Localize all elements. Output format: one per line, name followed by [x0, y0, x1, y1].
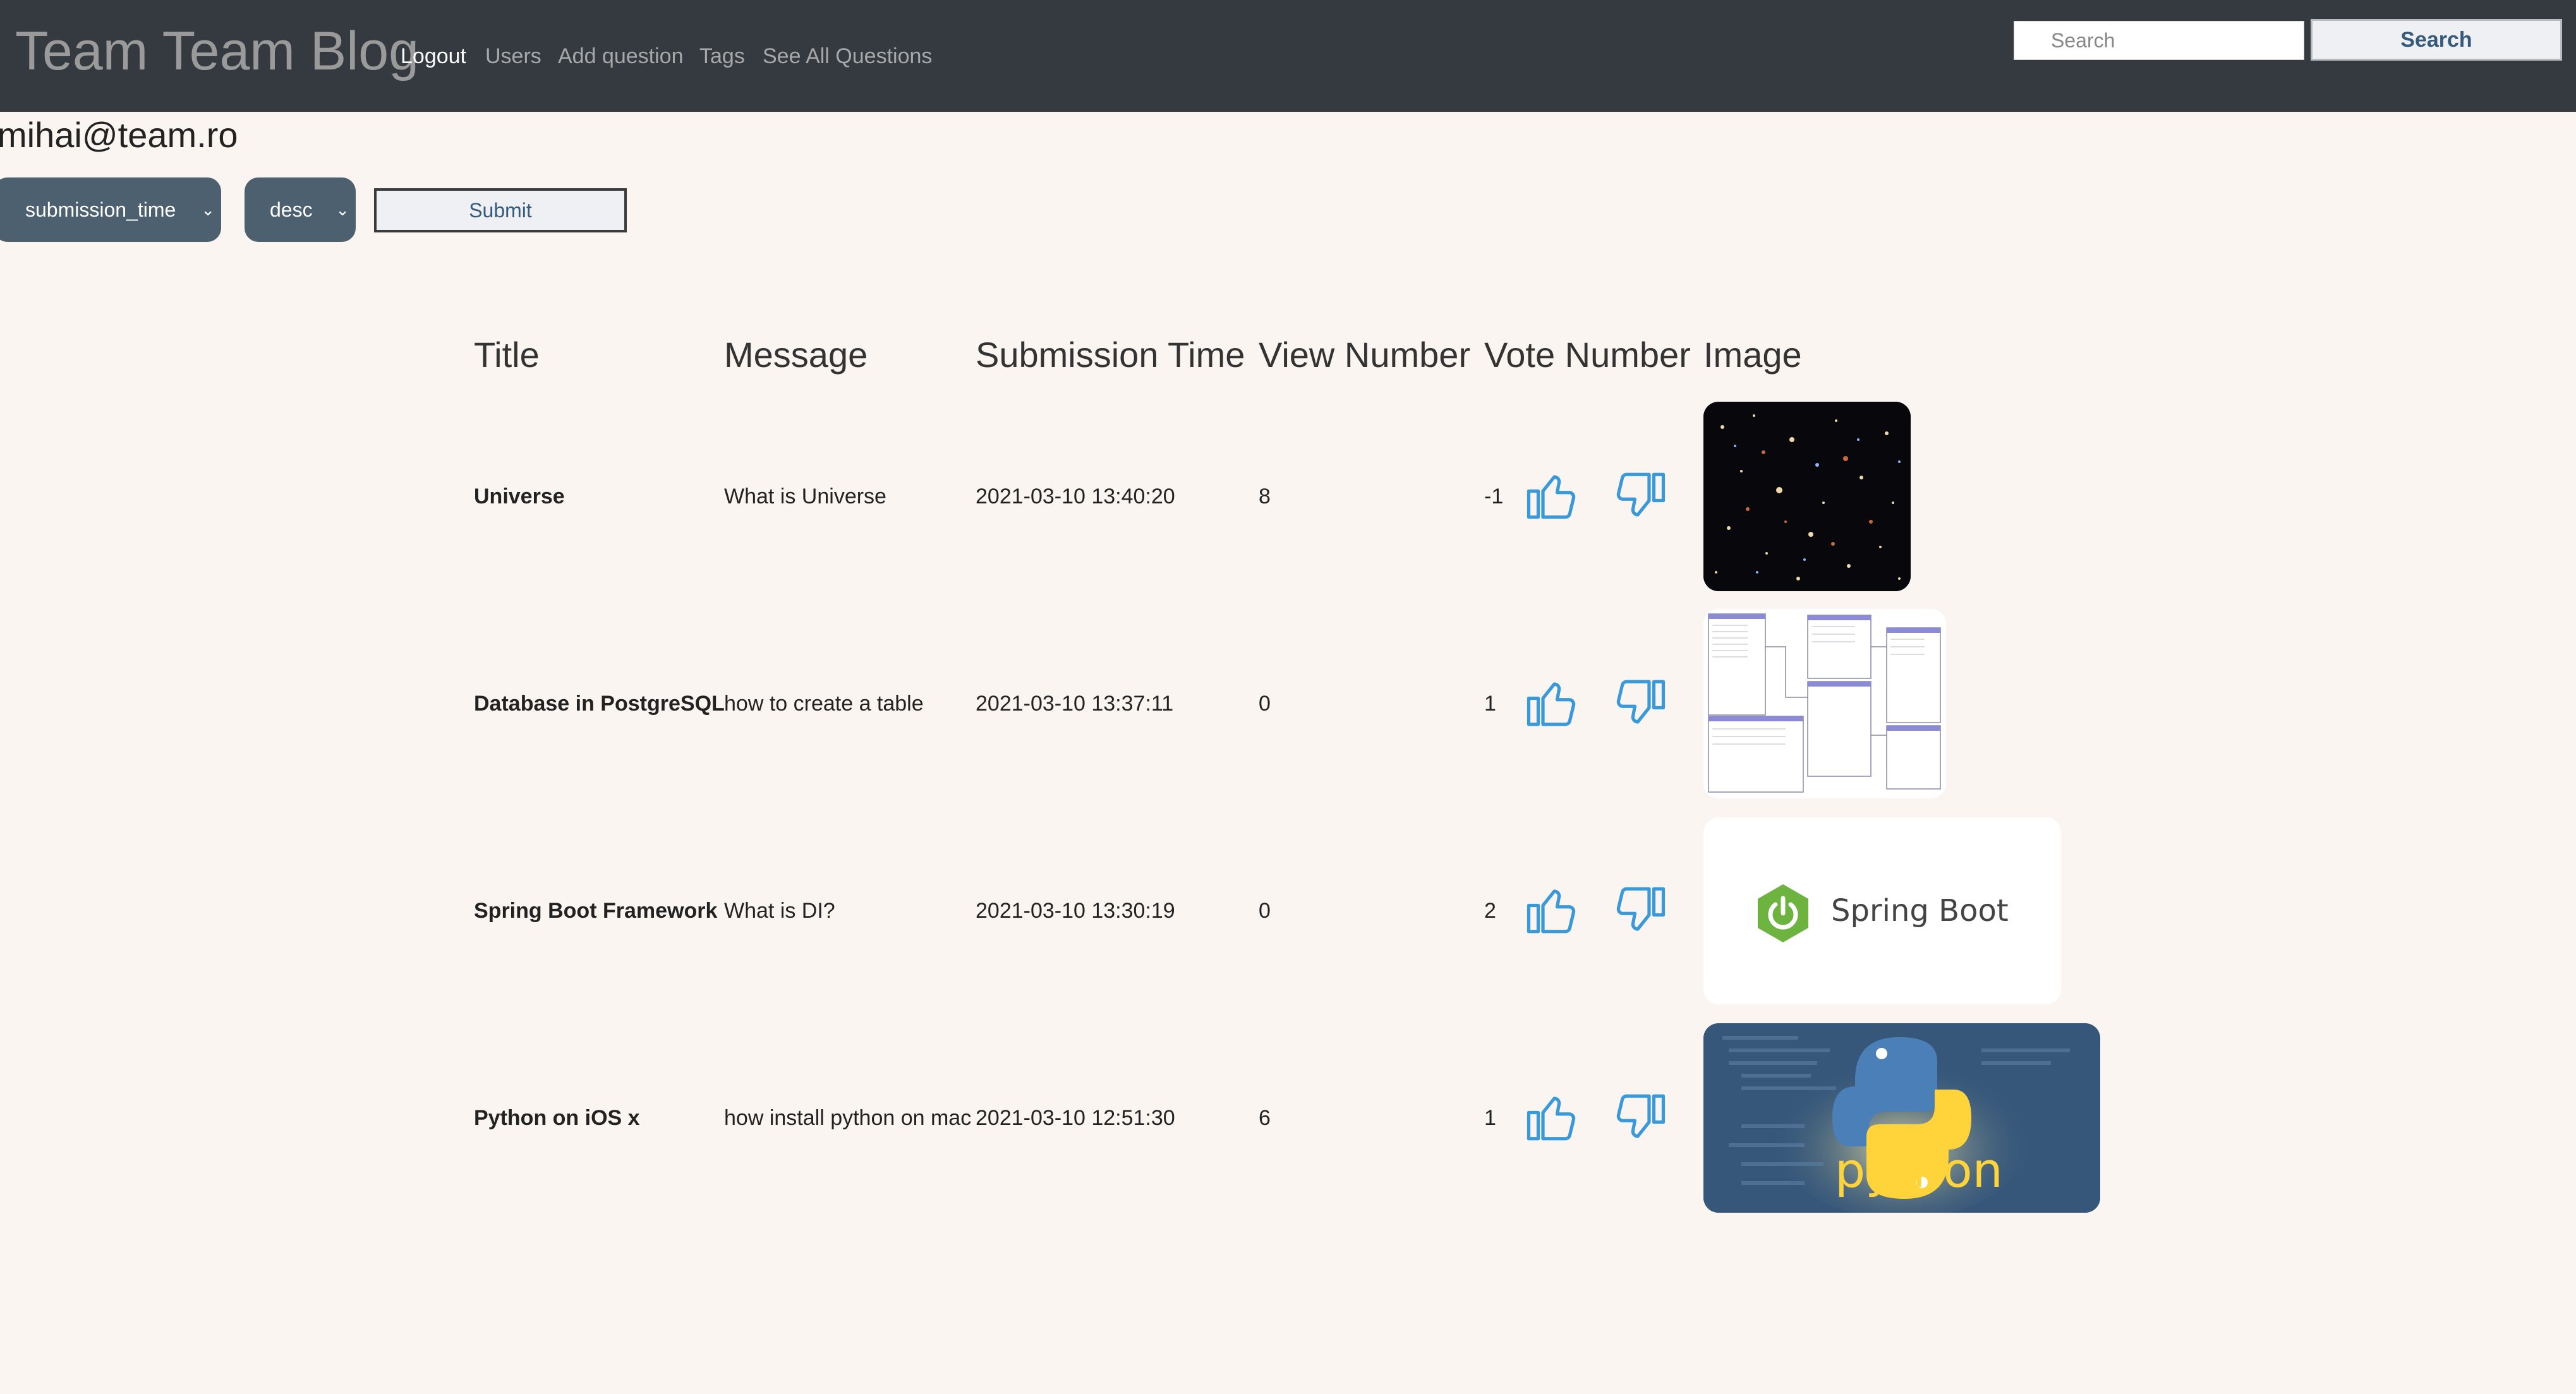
brand-title[interactable]: Team Team Blog [15, 16, 419, 86]
sort-by-select[interactable]: submission_time ⌄ [0, 177, 221, 242]
thumbs-down-icon[interactable] [1611, 675, 1668, 731]
header-submission-time: Submission Time [976, 335, 1245, 375]
nav-logout-link[interactable]: Logout [401, 42, 466, 71]
chevron-down-icon: ⌄ [336, 200, 349, 219]
spring-boot-logo-image: Spring Boot [1703, 817, 2061, 1004]
thumbs-down-icon[interactable] [1611, 1089, 1668, 1146]
row-view-number: 0 [1259, 899, 1271, 923]
thumbs-up-icon[interactable] [1524, 882, 1581, 939]
thumbs-down-icon[interactable] [1611, 467, 1668, 524]
header-view-number: View Number [1259, 335, 1471, 375]
header-message: Message [724, 335, 868, 375]
thumbs-up-icon[interactable] [1524, 675, 1581, 731]
nav-see-all-questions-link[interactable]: See All Questions [763, 42, 932, 71]
python-logo-text: python [1835, 1142, 2003, 1198]
row-title[interactable]: Universe [474, 483, 565, 510]
spring-boot-logo-text: Spring Boot [1831, 893, 2009, 928]
row-view-number: 0 [1259, 692, 1271, 716]
navbar: Team Team Blog Logout Users Add question… [0, 0, 2576, 112]
row-submission-time: 2021-03-10 13:30:19 [976, 899, 1175, 923]
galaxy-field-image [1703, 402, 1911, 591]
row-view-number: 6 [1259, 1106, 1271, 1130]
row-title[interactable]: Spring Boot Framework [474, 897, 717, 925]
nav-add-question-link[interactable]: Add question [558, 42, 684, 71]
python-logo-image: python [1703, 1023, 2100, 1213]
row-message: how to create a table [724, 692, 924, 716]
sort-by-value: submission_time [25, 198, 176, 221]
row-message: What is Universe [724, 484, 886, 508]
user-email: mihai@team.ro [0, 115, 238, 155]
power-icon [1758, 884, 1808, 942]
row-vote-number: 2 [1484, 899, 1496, 923]
sort-order-select[interactable]: desc ⌄ [245, 177, 356, 242]
row-title[interactable]: Python on iOS x [474, 1104, 640, 1132]
header-image: Image [1703, 335, 1802, 375]
nav-tags-link[interactable]: Tags [699, 42, 745, 71]
row-message: how install python on mac [724, 1106, 972, 1130]
thumbs-up-icon[interactable] [1524, 1089, 1581, 1146]
row-vote-number: 1 [1484, 692, 1496, 716]
header-vote-number: Vote Number [1484, 335, 1691, 375]
search-input[interactable]: Search [2014, 21, 2304, 60]
row-submission-time: 2021-03-10 12:51:30 [976, 1106, 1175, 1130]
row-submission-time: 2021-03-10 13:37:11 [976, 692, 1174, 716]
database-schema-image [1703, 609, 1946, 798]
row-title[interactable]: Database in PostgreSQL [474, 690, 725, 718]
row-vote-number: -1 [1484, 484, 1504, 508]
nav-users-link[interactable]: Users [485, 42, 541, 71]
search-button[interactable]: Search [2311, 19, 2562, 61]
row-submission-time: 2021-03-10 13:40:20 [976, 484, 1175, 508]
row-vote-number: 1 [1484, 1106, 1496, 1130]
submit-button[interactable]: Submit [374, 188, 627, 232]
chevron-down-icon: ⌄ [201, 200, 215, 219]
row-view-number: 8 [1259, 484, 1271, 508]
thumbs-up-icon[interactable] [1524, 467, 1581, 524]
header-title: Title [474, 335, 540, 375]
thumbs-down-icon[interactable] [1611, 882, 1668, 939]
row-message: What is DI? [724, 899, 835, 923]
sort-order-value: desc [270, 198, 313, 221]
